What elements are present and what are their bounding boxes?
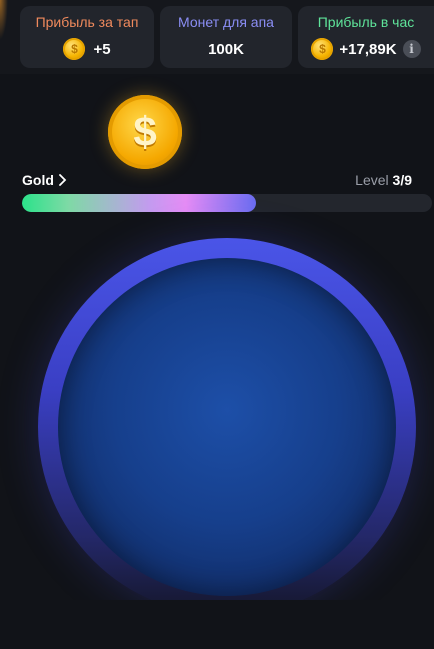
stat-title-coins-to-level-up: Монет для апа [178, 14, 274, 30]
info-icon[interactable]: i [402, 40, 421, 58]
coin-icon: $ [311, 38, 334, 60]
league-name: Gold [22, 172, 54, 188]
level-label: Level [355, 172, 393, 188]
coin-icon: $ [63, 38, 86, 60]
coin-symbol: $ [133, 108, 157, 155]
stat-card-coins-to-level-up[interactable]: Монет для апа 100K [160, 6, 292, 68]
stat-value-profit-per-tap: +5 [93, 40, 111, 58]
tap-button-inner [58, 258, 396, 596]
tap-button[interactable] [38, 238, 416, 616]
level-progress-bar [22, 194, 432, 212]
level-progress-fill [22, 194, 256, 212]
edge-glow [0, 0, 8, 40]
bottom-area [0, 600, 434, 649]
level-value: 3/9 [392, 172, 412, 188]
chevron-right-icon [58, 174, 67, 186]
league-link[interactable]: Gold [22, 172, 68, 188]
stat-title-profit-per-hour: Прибыль в час [317, 14, 415, 30]
stat-card-profit-per-tap[interactable]: Прибыль за тап $ +5 [20, 6, 154, 68]
stat-card-profit-per-hour[interactable]: Прибыль в час $ +17,89K i [298, 6, 434, 68]
stat-value-profit-per-hour: +17,89K [339, 40, 397, 58]
balance-coin-icon: $ [108, 95, 182, 169]
level-indicator: Level 3/9 [355, 172, 412, 188]
stat-value-coins-to-level-up: 100K [208, 40, 244, 58]
stat-title-profit-per-tap: Прибыль за тап [35, 14, 139, 30]
